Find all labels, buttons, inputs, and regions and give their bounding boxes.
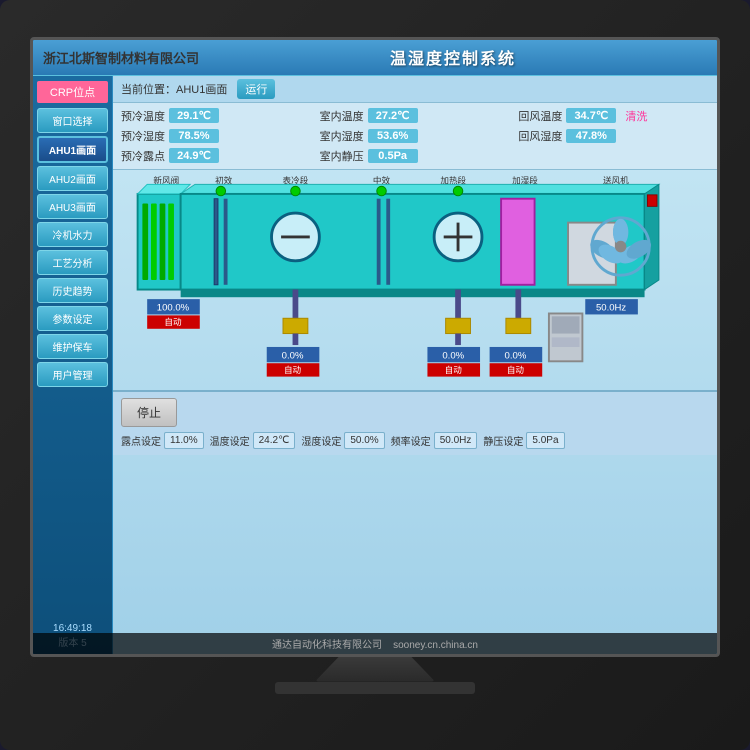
svg-text:送风机: 送风机 [603,174,629,185]
location-text: 当前位置：AHU1画面 [121,81,227,97]
bottom-panel: 停止 露点设定 11.0% 温度设定 24.2℃ 湿度设定 50.0% [113,390,717,455]
sidebar-item-params[interactable]: 参数设定 [37,306,108,331]
top-bar: 浙江北斯智制材料有限公司 温湿度控制系统 [33,40,717,76]
svg-text:新风阀: 新风阀 [153,174,179,185]
sidebar-section-title: CRP位点 [37,81,108,103]
sidebar-item-ahu2[interactable]: AHU2画面 [37,166,108,191]
status-button[interactable]: 运行 [237,79,275,99]
svg-text:表冷段: 表冷段 [283,174,309,185]
param-precool-humidity: 预冷湿度 78.5% [121,128,312,144]
right-panel: 当前位置：AHU1画面 运行 预冷温度 29.1℃ 室内温度 27.2℃ [113,76,717,654]
setting-humidity: 湿度设定 50.0% [301,432,384,449]
svg-text:加热段: 加热段 [440,174,466,185]
company-name: 浙江北斯智制材料有限公司 [43,48,199,67]
info-bar: 当前位置：AHU1画面 运行 [113,76,717,103]
monitor-stand [315,657,435,682]
stop-button[interactable]: 停止 [121,398,177,427]
svg-text:自动: 自动 [445,363,463,374]
settings-row: 露点设定 11.0% 温度设定 24.2℃ 湿度设定 50.0% 频率设定 [121,432,709,449]
setting-temp: 温度设定 24.2℃ [210,432,296,449]
setting-frequency: 频率设定 50.0Hz [391,432,478,449]
param-static-pressure: 室内静压 0.5Pa [320,148,511,164]
sidebar-item-cooling[interactable]: 冷机水力 [37,222,108,247]
svg-text:中效: 中效 [373,174,391,185]
param-return-temp: 回风温度 34.7℃ 清洗 [518,108,709,124]
sidebar-item-users[interactable]: 用户管理 [37,362,108,387]
sidebar-item-ahu1[interactable]: AHU1画面 [37,136,108,163]
sidebar-item-maintenance[interactable]: 维护保车 [37,334,108,359]
ahu-diagram: 新风阀 初效 表冷段 中效 加热段 加湿段 送风机 [113,170,717,390]
svg-text:0.0%: 0.0% [505,350,527,361]
param-indoor-humidity: 室内湿度 53.6% [320,128,511,144]
monitor-screen: 浙江北斯智制材料有限公司 温湿度控制系统 CRP位点 窗口选择 AHU1画面 A… [30,37,720,657]
svg-text:自动: 自动 [284,363,302,374]
svg-text:自动: 自动 [507,363,525,374]
svg-text:0.0%: 0.0% [282,350,304,361]
monitor-base [275,682,475,694]
sidebar-item-process[interactable]: 工艺分析 [37,250,108,275]
svg-text:100.0%: 100.0% [157,302,190,313]
param-precool-temp: 预冷温度 29.1℃ [121,108,312,124]
params-area: 预冷温度 29.1℃ 室内温度 27.2℃ 回风温度 34.7℃ 清洗 预冷湿 [113,103,717,170]
setting-pressure: 静压设定 5.0Pa [483,432,564,449]
monitor-frame: 浙江北斯智制材料有限公司 温湿度控制系统 CRP位点 窗口选择 AHU1画面 A… [0,0,750,750]
sidebar: CRP位点 窗口选择 AHU1画面 AHU2画面 AHU3画面 冷机水力 工艺分… [33,76,113,654]
sidebar-item-ahu3[interactable]: AHU3画面 [37,194,108,219]
setting-dewpoint: 露点设定 11.0% [121,432,204,449]
param-indoor-temp: 室内温度 27.2℃ [320,108,511,124]
sidebar-item-history[interactable]: 历史趋势 [37,278,108,303]
main-content: CRP位点 窗口选择 AHU1画面 AHU2画面 AHU3画面 冷机水力 工艺分… [33,76,717,654]
watermark-bar: 通达自动化科技有限公司 sooney.cn.china.cn [33,633,717,654]
system-title: 温湿度控制系统 [390,45,516,69]
param-precool-dewpoint: 预冷露点 24.9℃ [121,148,312,164]
ahu-svg: 新风阀 初效 表冷段 中效 加热段 加湿段 送风机 [113,170,717,390]
svg-text:初效: 初效 [215,174,233,185]
svg-text:0.0%: 0.0% [442,350,464,361]
param-empty [518,148,709,164]
svg-text:50.0Hz: 50.0Hz [596,302,626,313]
sidebar-item-window[interactable]: 窗口选择 [37,108,108,133]
svg-text:自动: 自动 [164,315,182,326]
param-return-humidity: 回风湿度 47.8% [518,128,709,144]
svg-text:加湿段: 加湿段 [512,174,538,185]
